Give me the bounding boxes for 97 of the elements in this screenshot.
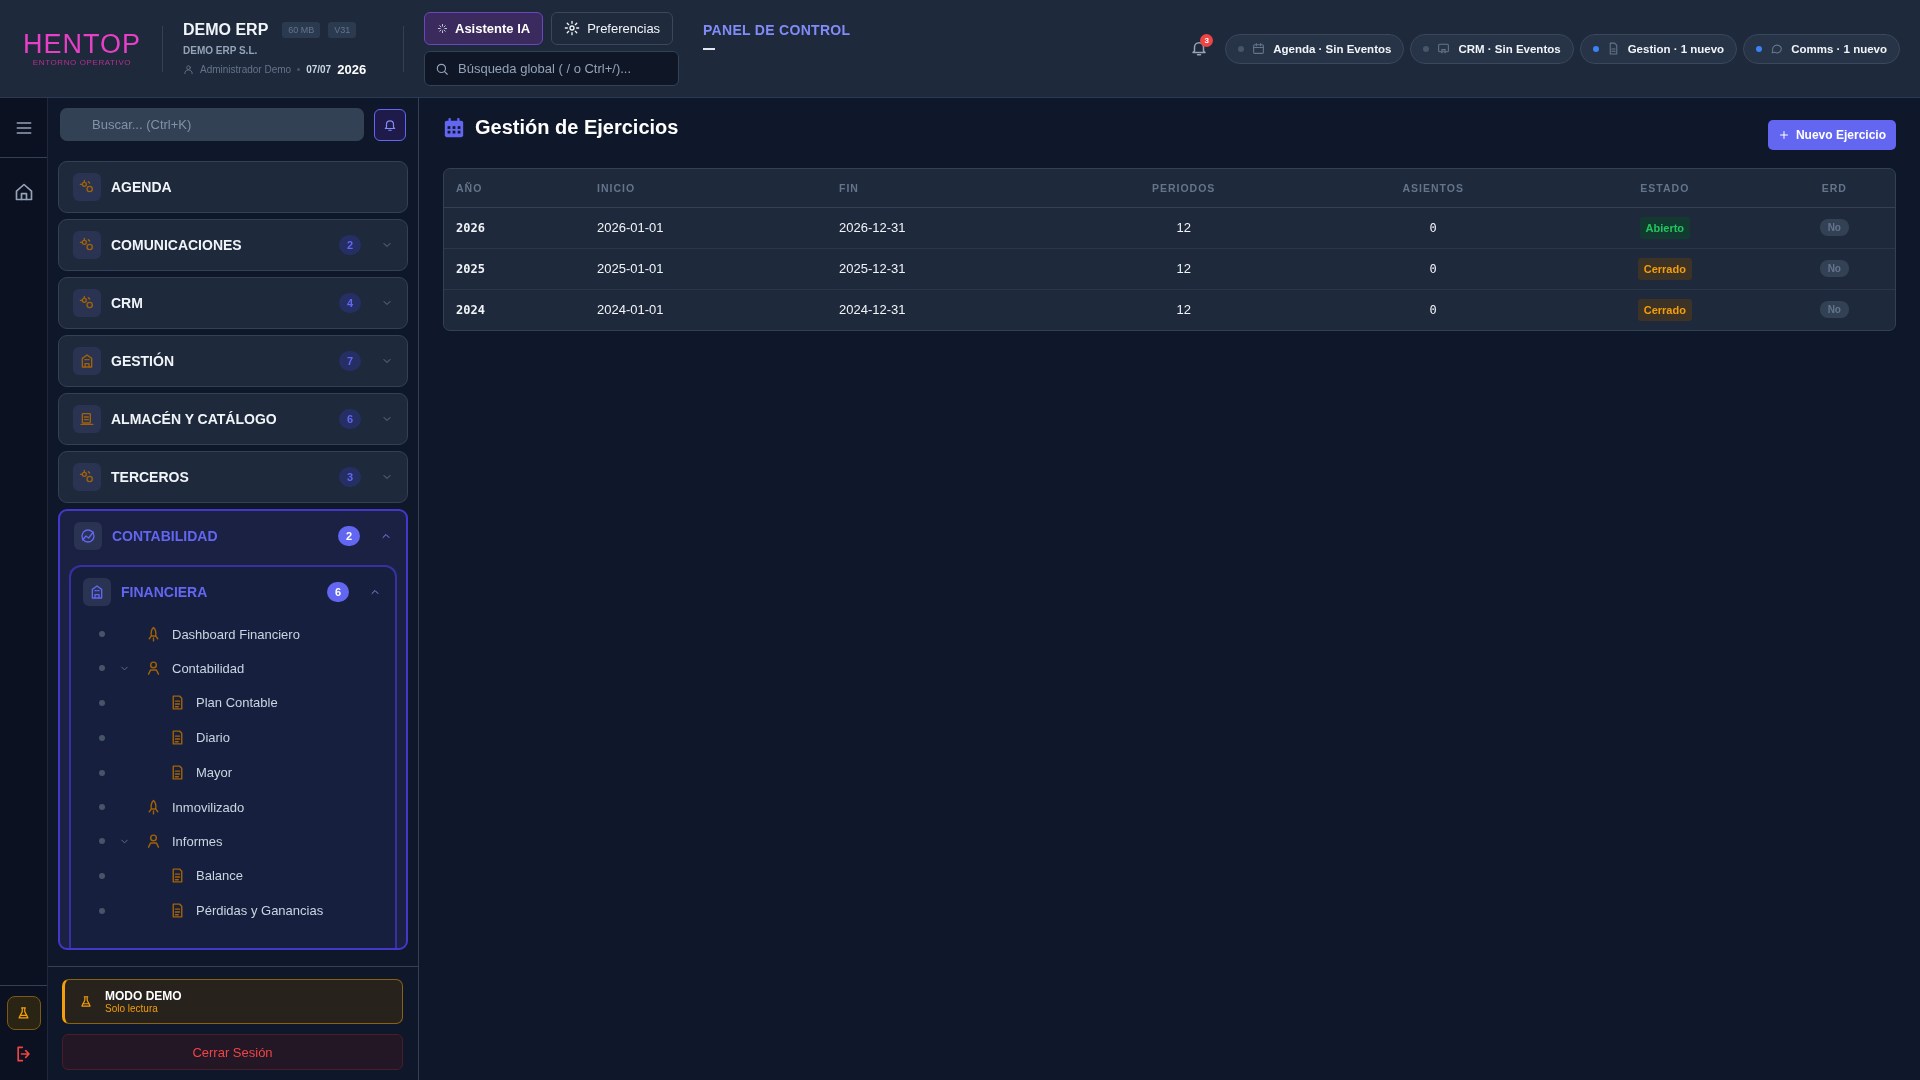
tree-item[interactable]: Balance (71, 858, 395, 893)
menu-section-header[interactable]: TERCEROS 3 (59, 452, 407, 502)
tree-item[interactable]: Plan Contable (71, 685, 395, 720)
column-header: INICIO (585, 169, 827, 207)
global-search-field[interactable]: Búsqueda global ( / o Ctrl+/)... (424, 50, 679, 86)
section-icon (79, 411, 95, 427)
menu-section-header[interactable]: CONTABILIDAD 2 (60, 511, 406, 561)
tree-item[interactable]: Diario (71, 720, 395, 755)
count-badge: 7 (339, 351, 361, 371)
user-name: Administrador Demo (200, 63, 292, 75)
home-icon (13, 182, 34, 202)
board-icon (1437, 42, 1451, 55)
tree-item[interactable]: Mayor (71, 755, 395, 790)
menu-section-header[interactable]: COMUNICACIONES 2 (59, 220, 407, 270)
section-icon (80, 528, 96, 544)
table-cell: 2025-01-01 (585, 248, 827, 289)
assistant-button[interactable]: Asistente IA (424, 11, 544, 45)
table-cell: 0 (1310, 289, 1557, 330)
current-date: 07/07 (306, 63, 332, 75)
control-panel-link[interactable]: PANEL DE CONTROL (703, 22, 851, 38)
page-title: Gestión de Ejercicios (475, 116, 679, 139)
table-cell: 2025 (444, 248, 585, 289)
section-icon (79, 237, 95, 253)
plus-icon (1777, 129, 1790, 141)
status-pill[interactable]: CRM · Sin Eventos (1410, 33, 1574, 64)
new-fiscal-year-button[interactable]: Nuevo Ejercicio (1767, 120, 1896, 150)
flask-icon (16, 1005, 31, 1021)
tree-item[interactable]: Inmovilizado (71, 790, 395, 824)
table-cell: 12 (1057, 207, 1311, 248)
count-badge: 2 (339, 235, 361, 255)
calendar-icon (1252, 42, 1266, 55)
preferences-button[interactable]: Preferencias (551, 11, 674, 45)
demo-mode-subtitle: Solo lectura (105, 1003, 159, 1014)
tree-item[interactable]: Contabilidad (71, 651, 395, 685)
tree-item[interactable]: Dashboard Financiero (71, 617, 395, 651)
table-cell: 0 (1310, 248, 1557, 289)
notifications-button[interactable]: 3 (1185, 33, 1214, 64)
column-header: ERD (1773, 169, 1895, 207)
sidebar-search-field[interactable]: Buscar... (Ctrl+K) (60, 108, 364, 141)
section-icon (79, 179, 95, 195)
table-cell: 2026 (444, 207, 585, 248)
building-icon (89, 584, 105, 600)
table-cell: 12 (1057, 248, 1311, 289)
menu-section-header[interactable]: ALMACÉN Y CATÁLOGO 6 (59, 394, 407, 444)
user-icon (183, 63, 194, 75)
search-icon (435, 61, 449, 76)
calendar-icon (443, 116, 465, 139)
submenu-header[interactable]: FINANCIERA 6 (71, 567, 395, 617)
status-pill[interactable]: Agenda · Sin Eventos (1225, 33, 1405, 64)
pin-button[interactable] (374, 108, 406, 141)
table-cell: 2026-12-31 (827, 207, 1057, 248)
column-header: ASIENTOS (1310, 169, 1557, 207)
count-badge: 2 (338, 526, 360, 546)
count-badge: 6 (339, 409, 361, 429)
flask-icon (79, 994, 93, 1009)
column-header: ESTADO (1556, 169, 1774, 207)
bell-icon (383, 117, 397, 132)
company-legal-name: DEMO ERP S.L. (183, 44, 259, 56)
section-icon (79, 469, 95, 485)
tree-item[interactable]: Pérdidas y Ganancias (71, 893, 395, 928)
status-pill[interactable]: Comms · 1 nuevo (1743, 33, 1900, 64)
underline-mark (703, 48, 715, 50)
settings-icon (564, 20, 581, 36)
logout-button[interactable]: Cerrar Sesión (62, 1034, 403, 1070)
separator-dot (297, 67, 301, 71)
section-icon (79, 295, 95, 311)
table-cell: 2024-12-31 (827, 289, 1057, 330)
status-badge: Cerrado (1637, 298, 1692, 321)
demo-mode-title: MODO DEMO (105, 989, 182, 1003)
logo-wordmark: HENTOP (23, 30, 141, 58)
column-header: AÑO (444, 169, 585, 207)
count-badge: 6 (327, 582, 349, 602)
sparkle-icon (437, 22, 448, 34)
table-cell: 0 (1310, 207, 1557, 248)
notification-count-badge: 3 (1200, 33, 1214, 47)
column-header: PERIODOS (1057, 169, 1311, 207)
table-cell: 2024-01-01 (585, 289, 827, 330)
count-badge: 3 (339, 467, 361, 487)
status-badge: Abierto (1639, 216, 1691, 239)
logo-tagline: ENTORNO OPERATIVO (32, 58, 132, 67)
chat-bubble-icon (1770, 42, 1784, 55)
tree-item[interactable]: Informes (71, 824, 395, 858)
demo-mode-button[interactable] (6, 996, 41, 1030)
table-cell: 2026-01-01 (585, 207, 827, 248)
count-badge: 4 (339, 293, 361, 313)
menu-section-header[interactable]: AGENDA (59, 162, 407, 212)
table-cell: 2025-12-31 (827, 248, 1057, 289)
menu-section-header[interactable]: CRM 4 (59, 278, 407, 328)
column-header: FIN (827, 169, 1057, 207)
current-year: 2026 (337, 61, 367, 77)
company-name: DEMO ERP (183, 20, 269, 39)
table-cell: 12 (1057, 289, 1311, 330)
status-pill[interactable]: Gestion · 1 nuevo (1579, 33, 1738, 64)
status-badge: Cerrado (1637, 257, 1692, 280)
section-icon (79, 353, 95, 369)
menu-section-header[interactable]: GESTIÓN 7 (59, 336, 407, 386)
table-cell: 2024 (444, 289, 585, 330)
